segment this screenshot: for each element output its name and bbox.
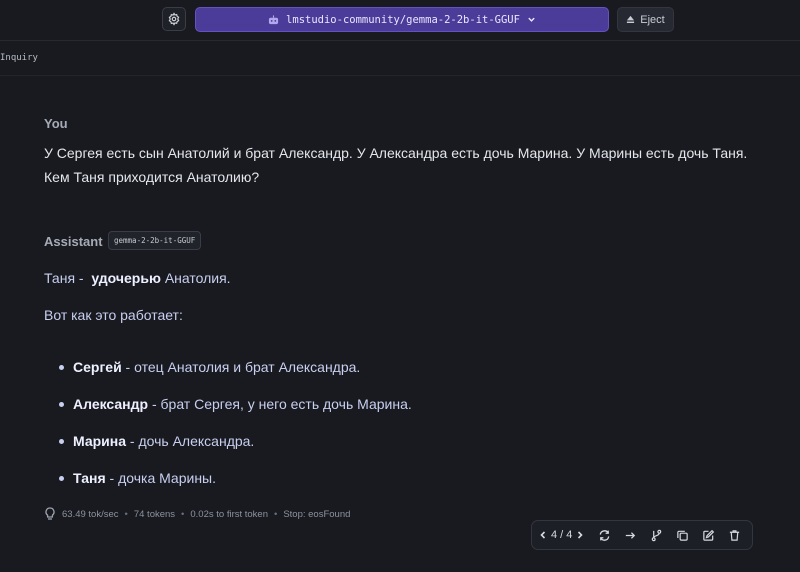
robot-icon bbox=[268, 14, 279, 24]
branch-button[interactable] bbox=[645, 524, 667, 546]
delete-button[interactable] bbox=[723, 524, 745, 546]
model-selector[interactable]: lmstudio-community/gemma-2-2b-it-GGUF bbox=[195, 7, 609, 32]
list-item: Таня - дочка Марины. bbox=[59, 470, 217, 486]
user-role-label: You bbox=[44, 116, 68, 131]
bullet-dot bbox=[59, 365, 64, 370]
stop-reason: Stop: eosFound bbox=[283, 508, 351, 520]
list-item-text: - дочь Александра. bbox=[126, 433, 255, 449]
list-item-text: - отец Анатолия и брат Александра. bbox=[121, 359, 361, 375]
answer-suffix: Анатолия. bbox=[164, 270, 231, 286]
answer-intro: Вот как это работает: bbox=[44, 307, 183, 323]
trash-icon bbox=[729, 529, 740, 541]
gear-icon bbox=[168, 12, 180, 26]
chat-header: Inquiry bbox=[0, 41, 800, 76]
pager-text: 4 / 4 bbox=[551, 529, 573, 541]
message-toolbar: 4 / 4 bbox=[531, 520, 753, 550]
list-item: Марина - дочь Александра. bbox=[59, 433, 255, 449]
bullet-dot bbox=[59, 439, 64, 444]
user-message-text: У Сергея есть сын Анатолий и брат Алекса… bbox=[44, 145, 748, 185]
eject-label: Eject bbox=[640, 13, 665, 26]
list-item: Сергей - отец Анатолия и брат Александра… bbox=[59, 359, 361, 375]
top-bar: lmstudio-community/gemma-2-2b-it-GGUF Ej… bbox=[0, 0, 800, 41]
list-item: Александр - брат Сергея, у него есть доч… bbox=[59, 396, 412, 412]
tokens-per-second: 63.49 tok/sec bbox=[62, 508, 119, 520]
generation-stats: 63.49 tok/sec • 74 tokens • 0.02s to fir… bbox=[44, 507, 350, 521]
edit-button[interactable] bbox=[697, 524, 719, 546]
list-item-bold: Марина bbox=[73, 433, 127, 449]
answer-bold: удочерью bbox=[91, 270, 161, 286]
list-item-bold: Таня bbox=[73, 470, 106, 486]
regenerate-button[interactable] bbox=[593, 524, 615, 546]
list-item-text: - брат Сергея, у него есть дочь Марина. bbox=[148, 396, 412, 412]
lightbulb-icon[interactable] bbox=[44, 507, 56, 521]
continue-button[interactable] bbox=[619, 524, 641, 546]
chevron-down-icon bbox=[528, 17, 535, 22]
refresh-icon bbox=[599, 529, 610, 541]
answer-line: Таня - удочерью Анатолия. bbox=[44, 270, 231, 286]
token-count: 74 tokens bbox=[133, 508, 176, 520]
list-item-text: - дочка Марины. bbox=[105, 470, 217, 486]
chevron-left-icon[interactable] bbox=[538, 530, 548, 540]
eject-button[interactable]: Eject bbox=[617, 7, 674, 32]
version-pager: 4 / 4 bbox=[538, 529, 585, 541]
chevron-right-icon[interactable] bbox=[575, 530, 585, 540]
arrow-right-icon bbox=[625, 531, 636, 539]
bullet-dot bbox=[59, 476, 64, 481]
list-item-bold: Александр bbox=[73, 396, 149, 412]
branch-icon bbox=[651, 529, 662, 541]
time-to-first-token: 0.02s to first token bbox=[190, 508, 268, 520]
copy-icon bbox=[677, 530, 688, 541]
bullet-dot bbox=[59, 402, 64, 407]
copy-button[interactable] bbox=[671, 524, 693, 546]
chat-title: Inquiry bbox=[0, 53, 38, 63]
eject-icon bbox=[627, 15, 635, 24]
settings-button[interactable] bbox=[162, 7, 186, 31]
assistant-role-label: Assistant bbox=[44, 234, 103, 249]
model-chip: gemma-2-2b-it-GGUF bbox=[108, 231, 202, 250]
list-item-bold: Сергей bbox=[73, 359, 122, 375]
edit-icon bbox=[703, 529, 715, 541]
answer-prefix: Таня - bbox=[44, 270, 84, 286]
model-name: lmstudio-community/gemma-2-2b-it-GGUF bbox=[286, 13, 520, 26]
